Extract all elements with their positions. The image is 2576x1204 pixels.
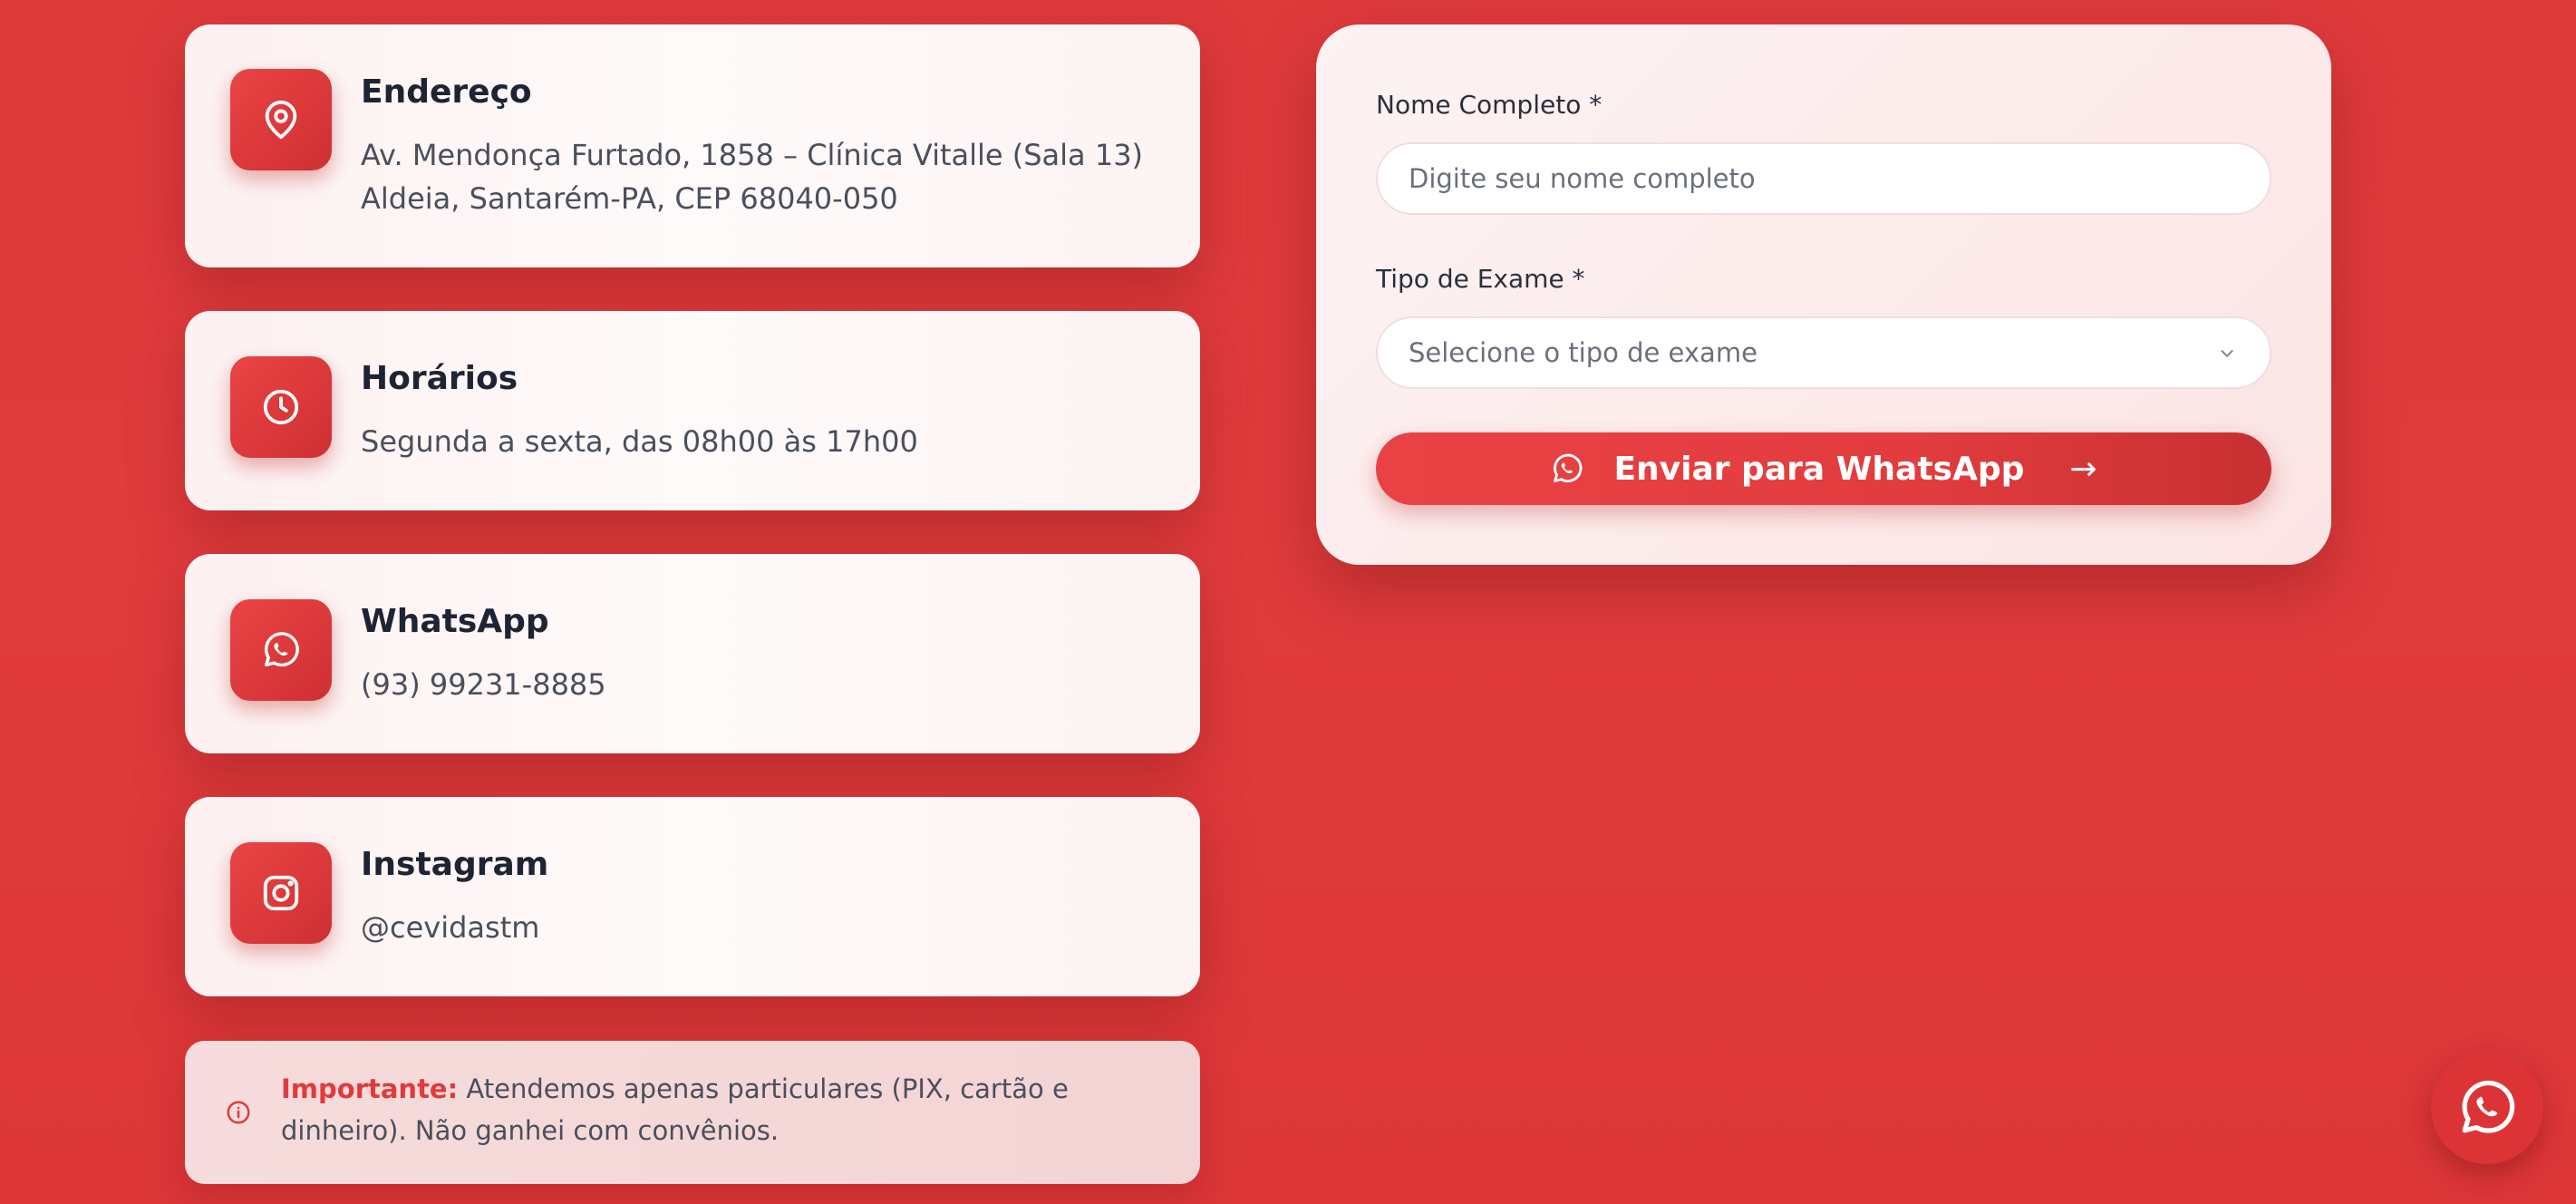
floating-whatsapp-button[interactable] (2431, 1052, 2543, 1164)
hours-title: Horários (361, 360, 518, 397)
instagram-card[interactable]: Instagram @cevidastm (185, 797, 1200, 996)
instagram-title: Instagram (361, 846, 549, 883)
address-card: Endereço Av. Mendonça Furtado, 1858 – Cl… (185, 24, 1200, 267)
address-title: Endereço (361, 73, 532, 111)
notice-strong: Importante: (281, 1073, 459, 1104)
exam-select-value: Selecione o tipo de exame (1409, 337, 1758, 368)
info-icon (227, 1101, 250, 1124)
instagram-icon (263, 875, 299, 911)
exam-select[interactable]: Selecione o tipo de exame (1376, 316, 2271, 389)
name-label: Nome Completo * (1376, 90, 1603, 120)
chevron-down-icon (2221, 350, 2233, 357)
clock-icon (263, 389, 299, 425)
whatsapp-icon (264, 632, 299, 667)
hours-icon-box (230, 356, 332, 458)
address-icon-box (230, 69, 332, 170)
notice-text: Importante: Atendemos apenas particulare… (281, 1068, 1169, 1151)
instagram-icon-box (230, 842, 332, 944)
whatsapp-icon (1554, 453, 1583, 482)
send-whatsapp-button[interactable]: Enviar para WhatsApp → (1376, 432, 2271, 505)
whatsapp-number[interactable]: (93) 99231-8885 (361, 663, 606, 706)
whatsapp-icon-box (230, 599, 332, 701)
map-pin-icon (265, 101, 297, 140)
name-input[interactable] (1376, 142, 2271, 215)
arrow-right-icon: → (2069, 450, 2097, 488)
exam-label: Tipo de Exame * (1376, 264, 1585, 294)
whatsapp-title: WhatsApp (361, 603, 549, 640)
whatsapp-card[interactable]: WhatsApp (93) 99231-8885 (185, 554, 1200, 753)
exam-form: Nome Completo * Tipo de Exame * Selecion… (1316, 24, 2331, 565)
hours-text: Segunda a sexta, das 08h00 às 17h00 (361, 424, 918, 459)
address-line-2: Aldeia, Santarém-PA, CEP 68040-050 (361, 181, 898, 216)
whatsapp-icon (2462, 1080, 2515, 1133)
address-line-1: Av. Mendonça Furtado, 1858 – Clínica Vit… (361, 138, 1144, 172)
send-whatsapp-label: Enviar para WhatsApp (1613, 450, 2025, 488)
important-notice: Importante: Atendemos apenas particulare… (185, 1041, 1200, 1184)
instagram-handle[interactable]: @cevidastm (361, 906, 539, 949)
hours-card: Horários Segunda a sexta, das 08h00 às 1… (185, 311, 1200, 510)
